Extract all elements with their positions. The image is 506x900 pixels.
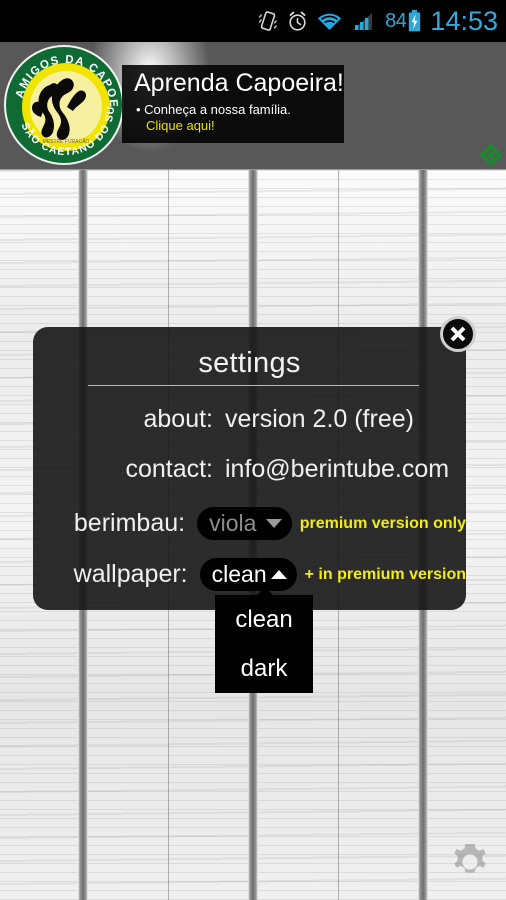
- gear-icon: [454, 844, 486, 873]
- wallpaper-label: wallpaper:: [73, 560, 188, 588]
- wifi-icon: [317, 12, 342, 31]
- advertisement-banner[interactable]: AMIGOS DA CAPOEIRA SÃO CAETANO DO SUL ME…: [0, 42, 506, 170]
- dialog-title: settings: [198, 347, 301, 379]
- capoeira-logo: AMIGOS DA CAPOEIRA SÃO CAETANO DO SUL ME…: [4, 45, 124, 165]
- dropdown-option-clean[interactable]: clean: [215, 595, 313, 644]
- berimbau-label: berimbau:: [73, 509, 186, 537]
- settings-dialog: settings about: version 2.0 (free) conta…: [33, 327, 466, 610]
- wallpaper-premium-note: + in premium version: [304, 565, 466, 583]
- wallpaper-dropdown[interactable]: clean: [199, 558, 297, 591]
- green-diamond-adchoices-icon[interactable]: [479, 143, 503, 167]
- dialog-divider: [88, 385, 419, 386]
- close-x-icon: [450, 326, 466, 342]
- chevron-down-icon: [265, 519, 282, 528]
- svg-text:AMIGOS DA CAPOEIRA: AMIGOS DA CAPOEIRA: [6, 47, 119, 109]
- berimbau-selected-value: viola: [209, 510, 257, 536]
- signal-bars-icon: [351, 12, 373, 31]
- vibrate-icon: [258, 10, 278, 32]
- svg-text:MESTRE FURACÃO: MESTRE FURACÃO: [43, 138, 90, 145]
- close-button[interactable]: [440, 316, 476, 352]
- row-berimbau: berimbau: viola premium version only: [33, 507, 466, 540]
- settings-gear-button[interactable]: [448, 840, 492, 884]
- alarm-clock-icon: [287, 11, 308, 32]
- battery-percent: 84: [385, 9, 407, 32]
- status-bar: 84 14:53: [0, 0, 506, 42]
- chevron-up-icon: [270, 570, 287, 579]
- contact-label: contact:: [125, 455, 213, 483]
- contact-value[interactable]: info@berintube.com: [225, 455, 449, 484]
- dropdown-notch: [256, 587, 274, 596]
- ad-call-to-action[interactable]: Clique aqui!: [122, 118, 344, 133]
- dropdown-option-dark[interactable]: dark: [215, 644, 313, 693]
- battery-charging-icon: [408, 10, 421, 32]
- wallpaper-selected-value: clean: [211, 561, 267, 587]
- row-contact: contact: info@berintube.com: [33, 455, 466, 484]
- about-value: version 2.0 (free): [225, 405, 414, 433]
- about-label: about:: [143, 405, 213, 433]
- berimbau-premium-note: premium version only: [299, 514, 466, 532]
- berimbau-dropdown[interactable]: viola: [197, 507, 292, 540]
- status-bar-clock: 14:53: [430, 5, 498, 36]
- row-about: about: version 2.0 (free): [33, 405, 466, 434]
- wallpaper-dropdown-menu[interactable]: clean dark: [215, 595, 313, 693]
- ad-text-box: Aprenda Capoeira! • Conheça a nossa famí…: [122, 65, 344, 143]
- row-wallpaper: wallpaper: clean + in premium version: [33, 558, 466, 591]
- ad-subtext: • Conheça a nossa família.: [136, 102, 291, 117]
- ad-headline: Aprenda Capoeira!: [134, 69, 344, 97]
- app-screen: 84 14:53 AMIGOS DA CAPOEIRA: [0, 0, 506, 900]
